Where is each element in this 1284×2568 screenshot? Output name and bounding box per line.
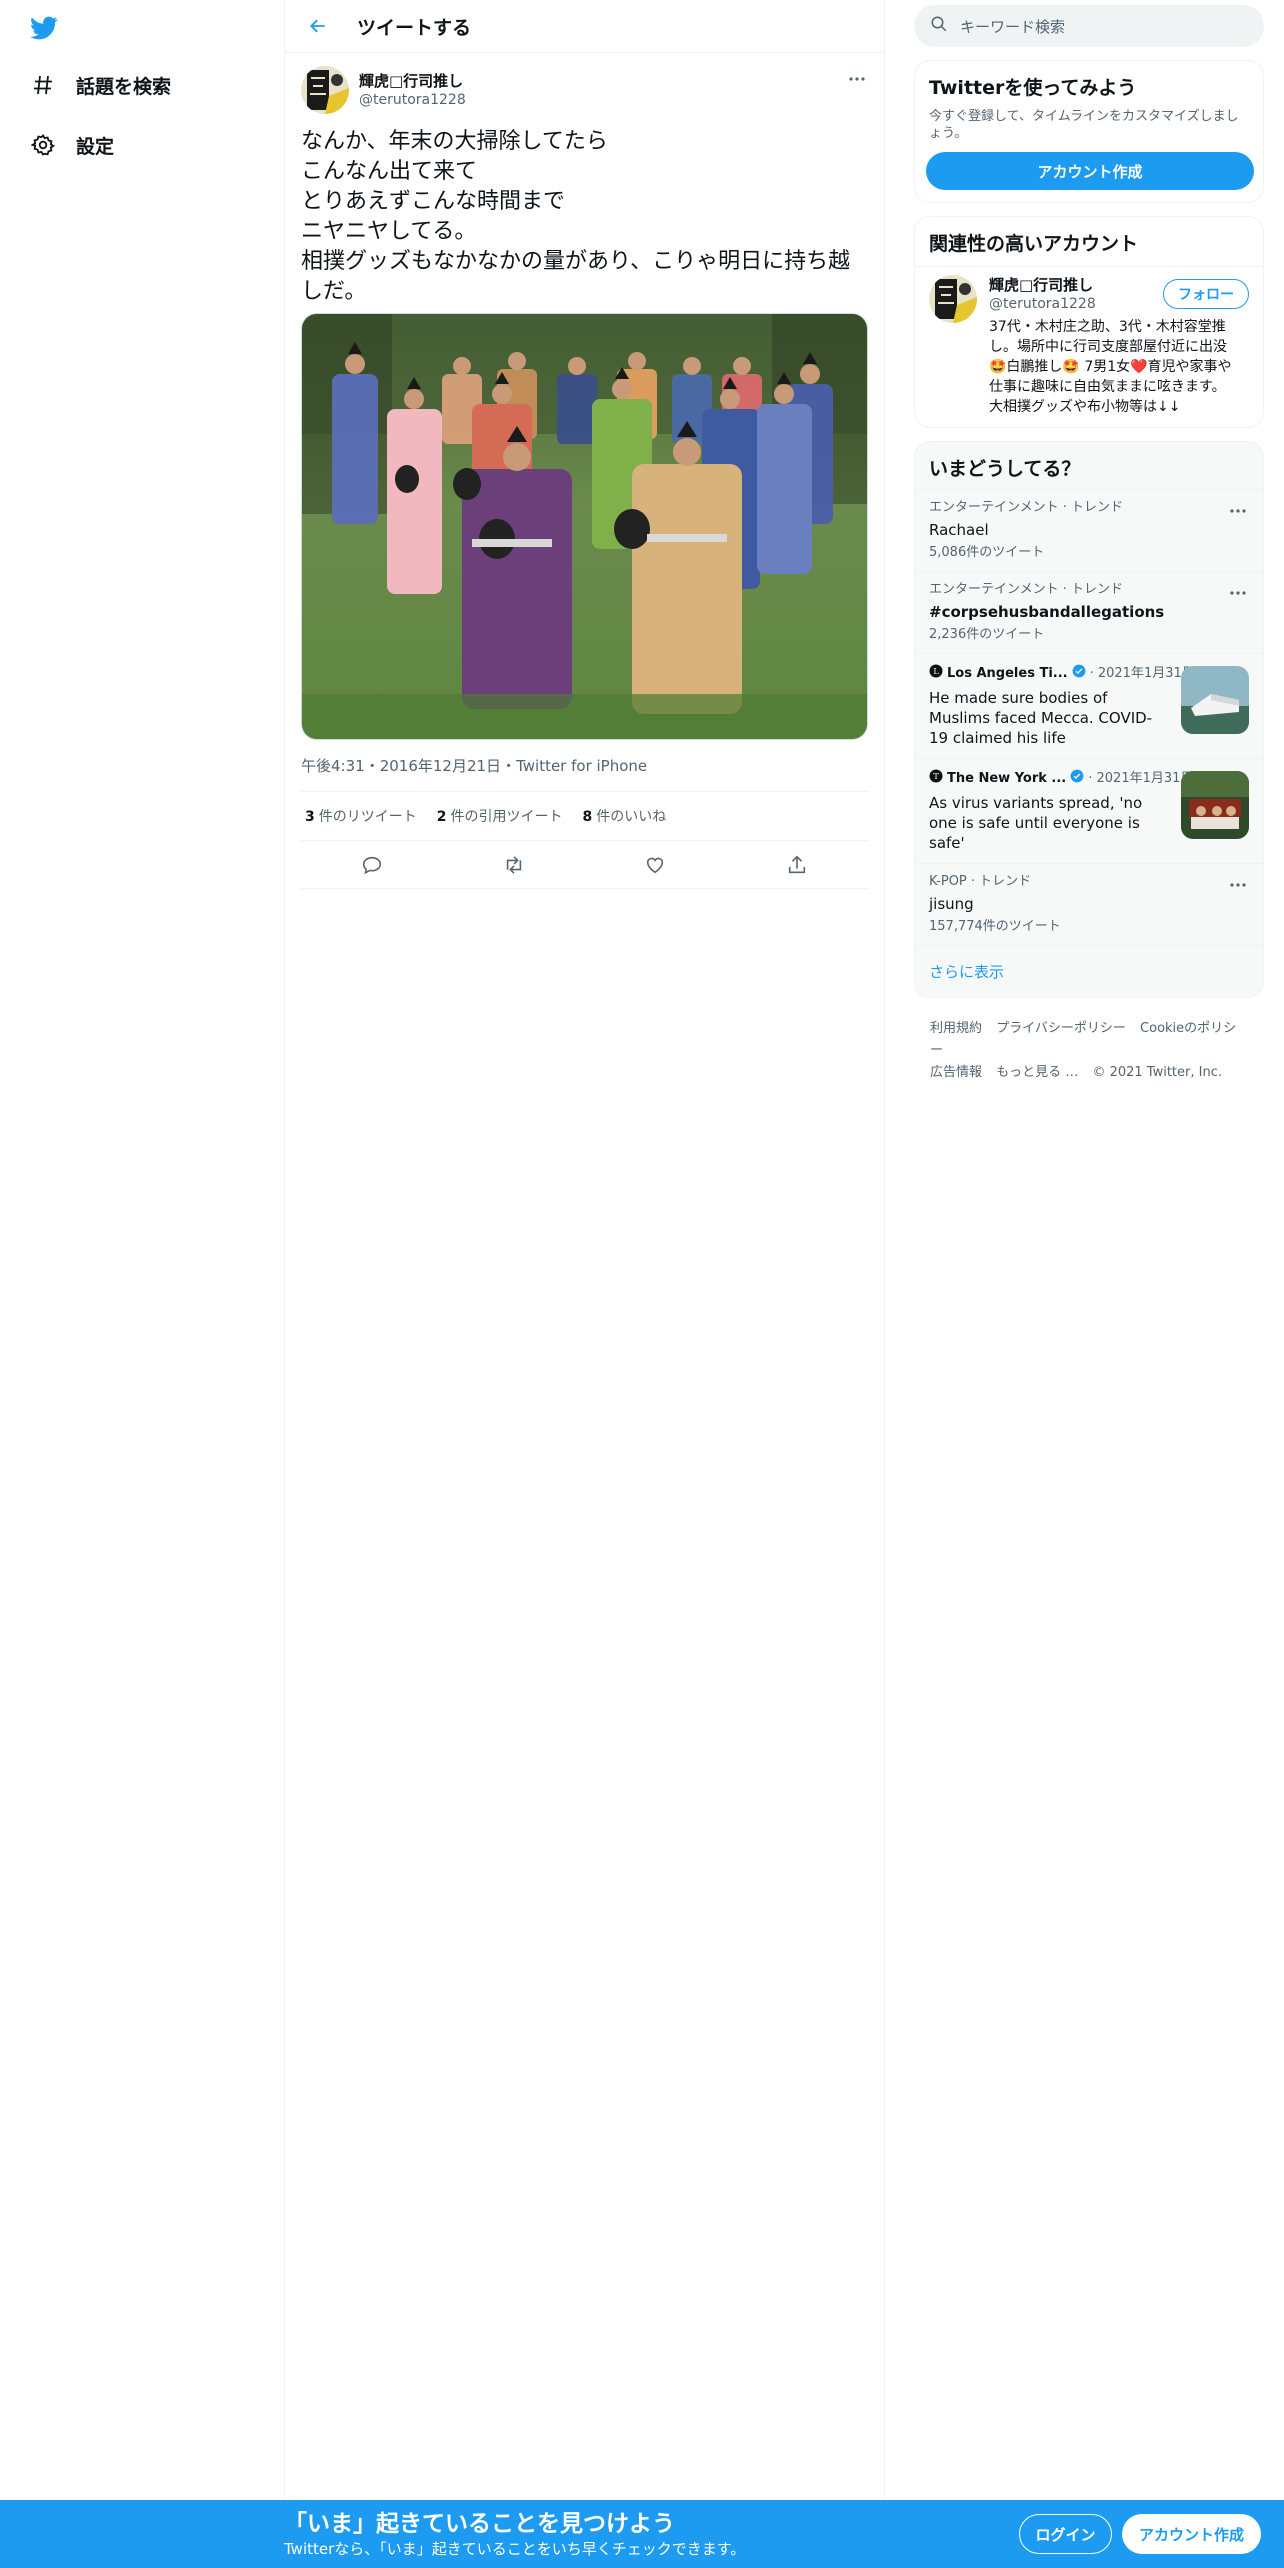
- tweet-header: 輝虎□行司推し @terutora1228: [301, 65, 868, 115]
- login-button[interactable]: ログイン: [1019, 2514, 1112, 2554]
- trends-card: いまどうしてる？ エンターテインメント · トレンド Rachael 5,086…: [914, 441, 1264, 998]
- avatar[interactable]: [301, 66, 349, 114]
- search-box[interactable]: キーワード検索: [914, 5, 1264, 47]
- verified-icon: [1070, 769, 1084, 788]
- trend-item[interactable]: エンターテインメント · トレンド Rachael 5,086件のツイート: [915, 489, 1263, 571]
- create-account-button[interactable]: アカウント作成: [926, 152, 1254, 190]
- news-thumbnail: [1181, 666, 1249, 734]
- news-headline: As virus variants spread, 'no one is saf…: [929, 794, 1143, 852]
- tweet-actions: [301, 841, 868, 889]
- trend-category: エンターテインメント · トレンド: [929, 582, 1124, 597]
- more-options-icon[interactable]: [1229, 500, 1249, 516]
- tweet-text: なんか、年末の大掃除してたら こんなん出て来て とりあえずこんな時間まで ニヤニ…: [301, 129, 851, 304]
- trend-category: エンターテインメント · トレンド: [929, 500, 1124, 515]
- footer-copyright: © 2021 Twitter, Inc.: [1092, 1065, 1222, 1080]
- nav-explore[interactable]: 話題を検索: [28, 65, 171, 105]
- avatar[interactable]: [929, 275, 977, 323]
- account-bio: 37代・木村庄之助、3代・木村容堂推し。場所中に行司支度部屋付近に出没🤩白鵬推し…: [989, 319, 1232, 415]
- signup-card-title: Twitterを使ってみよう: [929, 77, 1137, 99]
- more-options-icon[interactable]: [846, 69, 868, 89]
- tweet-source[interactable]: Twitter for iPhone: [516, 757, 647, 775]
- show-more-link[interactable]: さらに表示: [915, 945, 1263, 997]
- footer-link[interactable]: 広告情報: [930, 1065, 982, 1080]
- news-date: · 2021年1月31日: [1088, 770, 1194, 786]
- verified-icon: [1072, 664, 1086, 683]
- trend-count: 5,086件のツイート: [929, 545, 1045, 560]
- trend-item[interactable]: K-POP · トレンド jisung 157,774件のツイート: [915, 863, 1263, 945]
- gear-icon: [28, 130, 58, 160]
- meta-separator: ・: [364, 757, 380, 775]
- news-item[interactable]: T The New York ... · 2021年1月31日 As virus…: [915, 758, 1263, 863]
- trend-count: 2,236件のツイート: [929, 627, 1045, 642]
- signup-card-subtitle: 今すぐ登録して、タイムラインをカスタマイズしましょう。: [929, 109, 1239, 141]
- main-column: ツイートする 輝虎□行司推し @terutora1228 なんか、年末の大掃除し…: [284, 0, 885, 2500]
- footer-link[interactable]: もっと見る …: [996, 1065, 1078, 1080]
- news-date: · 2021年1月31日: [1089, 665, 1195, 681]
- page-title: ツイートする: [357, 16, 472, 39]
- retweet-count[interactable]: 3 件のリツイート: [305, 806, 417, 826]
- share-icon[interactable]: [780, 848, 814, 882]
- more-options-icon[interactable]: [1229, 874, 1249, 890]
- trend-name: #corpsehusbandallegations: [929, 603, 1165, 621]
- tweet-author-handle[interactable]: @terutora1228: [359, 91, 466, 109]
- tweet-time[interactable]: 午後4:31: [301, 757, 365, 775]
- news-source-logo-icon: T: [929, 769, 943, 788]
- news-source-name: Los Angeles Ti...: [947, 665, 1068, 681]
- banner-title: 「いま」起きていることを見つけよう: [284, 2511, 675, 2537]
- nav-explore-label: 話題を検索: [76, 75, 172, 98]
- trend-category: K-POP · トレンド: [929, 874, 1032, 889]
- tweet-date[interactable]: 2016年12月21日: [380, 757, 501, 775]
- search-icon: [930, 15, 948, 37]
- account-item[interactable]: 輝虎□行司推し @terutora1228 37代・木村庄之助、3代・木村容堂推…: [915, 267, 1263, 427]
- like-count[interactable]: 8 件のいいね: [583, 806, 667, 826]
- more-options-icon[interactable]: [1229, 582, 1249, 598]
- left-nav: 話題を検索 設定: [0, 0, 284, 2500]
- tweet-author-name[interactable]: 輝虎□行司推し: [359, 71, 466, 91]
- tweet-photo[interactable]: [301, 313, 868, 740]
- reply-icon[interactable]: [355, 848, 389, 882]
- footer-link[interactable]: プライバシーポリシー: [996, 1021, 1126, 1036]
- heart-icon[interactable]: [638, 848, 672, 882]
- relevant-accounts-title: 関連性の高いアカウント: [915, 217, 1263, 267]
- right-sidebar: キーワード検索 Twitterを使ってみよう 今すぐ登録して、タイムラインをカス…: [914, 0, 1264, 1104]
- signup-button[interactable]: アカウント作成: [1122, 2514, 1261, 2554]
- news-source-logo-icon: L: [929, 664, 943, 683]
- svg-text:T: T: [933, 772, 939, 781]
- tweet-meta: 午後4:31・2016年12月21日・Twitter for iPhone: [301, 756, 868, 792]
- trend-name: jisung: [929, 895, 974, 913]
- nav-settings-label: 設定: [76, 135, 115, 158]
- main-header: ツイートする: [285, 0, 884, 53]
- bottom-banner: 「いま」起きていることを見つけよう Twitterなら、「いま」起きていることを…: [0, 2500, 1284, 2568]
- meta-separator: ・: [501, 757, 517, 775]
- footer-link[interactable]: 利用規約: [930, 1021, 982, 1036]
- search-input[interactable]: キーワード検索: [960, 16, 1065, 37]
- news-item[interactable]: L Los Angeles Ti... · 2021年1月31日 He made…: [915, 653, 1263, 758]
- trends-title: いまどうしてる？: [929, 458, 1081, 480]
- relevant-accounts-card: 関連性の高いアカウント 輝虎□行司推し @terutora1228 37代・木村…: [914, 216, 1264, 428]
- svg-text:L: L: [933, 667, 939, 676]
- twitter-logo-icon[interactable]: [28, 14, 64, 44]
- news-source-name: The New York ...: [947, 770, 1067, 786]
- follow-button[interactable]: フォロー: [1163, 279, 1249, 309]
- footer-links: 利用規約 プライバシーポリシー Cookieのポリシー 広告情報 もっと見る ……: [914, 998, 1264, 1104]
- trend-item[interactable]: エンターテインメント · トレンド #corpsehusbandallegati…: [915, 571, 1263, 653]
- back-arrow-icon[interactable]: [301, 9, 335, 43]
- trend-count: 157,774件のツイート: [929, 919, 1061, 934]
- trend-name: Rachael: [929, 521, 989, 539]
- nav-settings[interactable]: 設定: [28, 125, 114, 165]
- signup-card: Twitterを使ってみよう 今すぐ登録して、タイムラインをカスタマイズしましょ…: [914, 60, 1264, 203]
- tweet-stats: 3 件のリツイート 2 件の引用ツイート 8 件のいいね: [301, 792, 868, 841]
- hashtag-icon: [28, 70, 58, 100]
- news-headline: He made sure bodies of Muslims faced Mec…: [929, 689, 1153, 747]
- banner-subtitle: Twitterなら、「いま」起きていることをいち早くチェックできます。: [284, 2540, 746, 2558]
- quote-count[interactable]: 2 件の引用ツイート: [437, 806, 563, 826]
- retweet-icon[interactable]: [497, 848, 531, 882]
- tweet: 輝虎□行司推し @terutora1228 なんか、年末の大掃除してたら こんな…: [285, 53, 884, 889]
- news-thumbnail: [1181, 771, 1249, 839]
